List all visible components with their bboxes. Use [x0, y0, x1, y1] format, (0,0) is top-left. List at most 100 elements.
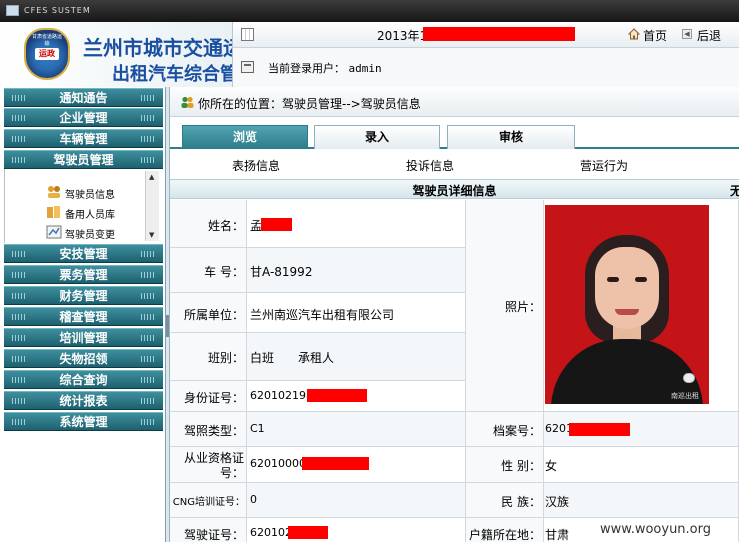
- redaction-bar: [288, 526, 328, 539]
- shift-value: 白班: [250, 351, 275, 365]
- detail-header-cutoff-text: 无: [730, 184, 739, 198]
- sidebar-item-label: 驾驶员管理: [53, 153, 114, 167]
- sidebar-item-label: 安技管理: [59, 247, 108, 261]
- system-title-line1: 兰州市城市交通运: [83, 36, 232, 60]
- subtab-praise[interactable]: 表扬信息: [232, 157, 280, 174]
- brand-area: 甘肃省道路运输 运政 兰州市城市交通运 出租汽车综合管: [0, 22, 232, 87]
- submenu-driver-change[interactable]: 驾驶员变更: [65, 226, 115, 241]
- value-cell: 620102: [247, 518, 466, 542]
- sidebar-item-vehicles[interactable]: 车辆管理: [4, 129, 163, 148]
- tab-bar: 浏览 录入 审核: [170, 125, 739, 149]
- sidebar-item-drivers[interactable]: 驾驶员管理: [4, 150, 163, 169]
- breadcrumb: 你所在的位置：驾驶员管理-->驾驶员信息: [170, 87, 739, 117]
- submenu-scrollbar[interactable]: ▲ ▼: [145, 171, 159, 241]
- scroll-down-icon[interactable]: ▼: [149, 231, 154, 239]
- label-cell: 驾照类型：: [170, 412, 247, 447]
- site-watermark: www.wooyun.org: [600, 522, 712, 537]
- ethnicity-value: 汉族: [545, 495, 570, 509]
- sidebar: 通知通告 企业管理 车辆管理 驾驶员管理 驾驶员信息 备用人员库 驾驶员变更 ▲…: [0, 87, 166, 542]
- sidebar-item-label: 统计报表: [59, 394, 108, 408]
- submenu-driver-info[interactable]: 驾驶员信息: [65, 186, 115, 201]
- name-label: 姓名：: [207, 219, 244, 233]
- label-cell: 性 别：: [466, 447, 544, 483]
- redaction-bar: [302, 457, 369, 470]
- sidebar-item-label: 企业管理: [59, 111, 108, 125]
- label-cell: 身份证号：: [170, 381, 247, 412]
- subtab-operations[interactable]: 营运行为: [580, 157, 628, 174]
- people-icon: [181, 96, 194, 108]
- sidebar-item-enterprise[interactable]: 企业管理: [4, 108, 163, 127]
- breadcrumb-text: 你所在的位置：驾驶员管理-->驾驶员信息: [198, 97, 421, 111]
- current-user-line: 当前登录用户： admin: [268, 60, 382, 76]
- sidebar-item-safety-tech[interactable]: 安技管理: [4, 244, 163, 263]
- tab-review[interactable]: 审核: [447, 125, 575, 149]
- transport-logo-icon: 甘肃省道路运输 运政: [24, 28, 70, 80]
- value-cell: 6201021985: [247, 381, 466, 412]
- home-link[interactable]: 首页: [643, 27, 667, 44]
- driver-change-icon: [46, 225, 62, 239]
- value-cell: 女: [544, 447, 739, 483]
- system-title-line2: 出租汽车综合管: [112, 64, 232, 85]
- license-type-label: 驾照类型：: [183, 424, 244, 438]
- sidebar-item-label: 培训管理: [59, 331, 108, 345]
- info-bar: 2013年1 首页 ◀ 后退 当前登录用户： admin: [232, 22, 739, 87]
- sidebar-item-reports[interactable]: 统计报表: [4, 391, 163, 410]
- back-arrow-icon[interactable]: ◀: [682, 29, 692, 39]
- shift-label: 班别：: [207, 351, 244, 365]
- label-cell: 档案号：: [466, 412, 544, 447]
- sidebar-item-notices[interactable]: 通知通告: [4, 88, 163, 107]
- value-cell: 0: [247, 483, 466, 518]
- sidebar-item-lost-found[interactable]: 失物招领: [4, 349, 163, 368]
- photo-watermark-text: 南巡出租: [671, 392, 699, 400]
- window-icon: [6, 5, 19, 16]
- home-icon[interactable]: [628, 28, 640, 40]
- value-cell: 6201: [544, 412, 739, 447]
- driver-photo: 南巡出租: [545, 205, 709, 404]
- header: 甘肃省道路运输 运政 兰州市城市交通运 出租汽车综合管 2013年1 首页 ◀ …: [0, 22, 739, 87]
- label-cell: 民 族：: [466, 483, 544, 518]
- logo-rim-text: 甘肃省道路运输: [31, 34, 62, 47]
- back-link[interactable]: 后退: [697, 27, 721, 44]
- sidebar-item-training[interactable]: 培训管理: [4, 328, 163, 347]
- household-label: 户籍所在地：: [468, 528, 541, 542]
- splitter-handle[interactable]: [166, 315, 169, 337]
- main-content: 你所在的位置：驾驶员管理-->驾驶员信息 浏览 录入 审核 表扬信息 投诉信息 …: [170, 87, 739, 542]
- submenu-backup-personnel[interactable]: 备用人员库: [65, 206, 115, 221]
- cng-label: CNG培训证号：: [172, 497, 245, 508]
- redaction-bar: [423, 27, 575, 41]
- detail-header: 驾驶员详细信息 无: [170, 179, 739, 199]
- taxi-company-logo-icon: [683, 373, 695, 383]
- tab-browse[interactable]: 浏览: [182, 125, 308, 149]
- value-cell: 兰州南巡汽车出租有限公司: [247, 293, 466, 333]
- license-no-label: 驾驶证号：: [183, 528, 244, 542]
- gender-label: 性 别：: [501, 459, 541, 473]
- plate-label: 车 号：: [204, 265, 244, 279]
- scroll-up-icon[interactable]: ▲: [149, 173, 154, 181]
- label-cell: 驾驶证号：: [170, 518, 247, 542]
- value-cell: 甘A-81992: [247, 248, 466, 293]
- sidebar-item-tickets[interactable]: 票务管理: [4, 265, 163, 284]
- sidebar-item-label: 失物招领: [59, 352, 108, 366]
- logo-badge-text: 运政: [35, 48, 59, 60]
- plate-value: 甘A-81992: [250, 265, 313, 279]
- photo-label: 照片：: [504, 300, 541, 314]
- value-cell: 孟: [247, 200, 466, 248]
- tab-entry[interactable]: 录入: [314, 125, 440, 149]
- label-cell: 户籍所在地：: [466, 518, 544, 542]
- sidebar-item-inspection[interactable]: 稽查管理: [4, 307, 163, 326]
- cng-value: 0: [250, 493, 257, 506]
- idcard-label: 身份证号：: [183, 391, 244, 405]
- sidebar-item-finance[interactable]: 财务管理: [4, 286, 163, 305]
- value-cell: 白班 承租人: [247, 333, 466, 381]
- unit-label: 所属单位：: [183, 308, 244, 322]
- label-cell: 姓名：: [170, 200, 247, 248]
- sidebar-item-label: 票务管理: [59, 268, 108, 282]
- label-cell: 班别：: [170, 333, 247, 381]
- subtab-complaints[interactable]: 投诉信息: [406, 157, 454, 174]
- sidebar-item-query[interactable]: 综合查询: [4, 370, 163, 389]
- sidebar-item-label: 财务管理: [59, 289, 108, 303]
- redaction-bar: [307, 389, 367, 402]
- sidebar-item-system[interactable]: 系统管理: [4, 412, 163, 431]
- info-row-top: 2013年1 首页 ◀ 后退: [233, 22, 739, 48]
- window-title: CFES SUSTEM: [24, 6, 91, 15]
